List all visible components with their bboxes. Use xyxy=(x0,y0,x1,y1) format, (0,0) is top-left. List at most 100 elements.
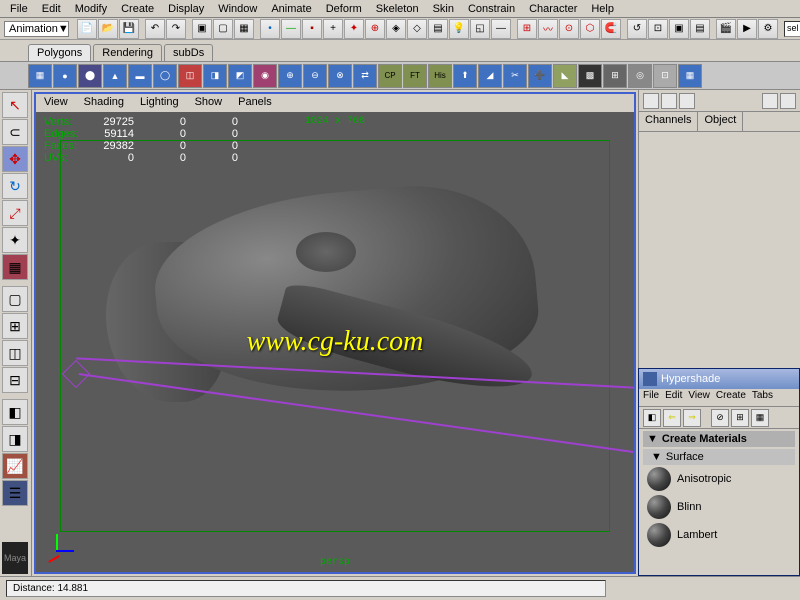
face-mask-button[interactable]: ▪ xyxy=(302,19,322,39)
line-mask-button[interactable]: ― xyxy=(491,19,511,39)
open-button[interactable]: 📂 xyxy=(98,19,118,39)
shelf-plane-icon[interactable]: ▬ xyxy=(128,64,152,88)
edge-mask-button[interactable]: — xyxy=(281,19,301,39)
hs-forward-icon[interactable]: ⇒ xyxy=(683,409,701,427)
single-view-button[interactable]: ▢ xyxy=(2,286,28,312)
shelf-layout-icon[interactable]: ▦ xyxy=(678,64,702,88)
vp-menu-shading[interactable]: Shading xyxy=(80,95,128,111)
panel-icon[interactable] xyxy=(679,93,695,109)
hs-menu-tabs[interactable]: Tabs xyxy=(752,390,773,405)
graph-button[interactable]: 📈 xyxy=(2,453,28,479)
new-scene-button[interactable]: 📄 xyxy=(77,19,97,39)
shelf-split-icon[interactable]: ✂ xyxy=(503,64,527,88)
material-anisotropic[interactable]: Anisotropic xyxy=(643,465,795,493)
shelf-his-button[interactable]: His xyxy=(428,64,452,88)
shelf-sphere-icon[interactable]: ● xyxy=(53,64,77,88)
panel-icon[interactable] xyxy=(762,93,778,109)
shelf-combine-icon[interactable]: ◫ xyxy=(178,64,202,88)
last-tool[interactable]: ▦ xyxy=(2,254,28,280)
uv-mask-button[interactable]: + xyxy=(323,19,343,39)
hs-rearrange-icon[interactable]: ▦ xyxy=(751,409,769,427)
shelf-bool1-icon[interactable]: ⊕ xyxy=(278,64,302,88)
hs-back-icon[interactable]: ⇐ xyxy=(663,409,681,427)
vp-menu-show[interactable]: Show xyxy=(191,95,227,111)
snap-plane-button[interactable]: ⬡ xyxy=(580,19,600,39)
shelf-ft-button[interactable]: FT xyxy=(403,64,427,88)
menu-skin[interactable]: Skin xyxy=(427,2,460,15)
pivot-mask-button[interactable]: ◇ xyxy=(407,19,427,39)
render-globals-button[interactable]: ⚙ xyxy=(758,19,778,39)
construction-button[interactable]: ⊡ xyxy=(648,19,668,39)
ipr-button[interactable]: ▶ xyxy=(737,19,757,39)
outliner-button[interactable]: ☰ xyxy=(2,480,28,506)
manipulator-tool[interactable]: ✦ xyxy=(2,227,28,253)
vp-menu-lighting[interactable]: Lighting xyxy=(136,95,183,111)
hull-mask-button[interactable]: ◈ xyxy=(386,19,406,39)
menu-modify[interactable]: Modify xyxy=(69,2,113,15)
four-view-button[interactable]: ⊞ xyxy=(2,313,28,339)
panel-icon[interactable] xyxy=(643,93,659,109)
undo-button[interactable]: ↶ xyxy=(145,19,165,39)
menu-edit[interactable]: Edit xyxy=(36,2,67,15)
output-button[interactable]: ▤ xyxy=(690,19,710,39)
menu-skeleton[interactable]: Skeleton xyxy=(370,2,425,15)
shelf-bool3-icon[interactable]: ⊗ xyxy=(328,64,352,88)
shelf-cone-icon[interactable]: ▲ xyxy=(103,64,127,88)
magnet-icon[interactable]: 🧲 xyxy=(601,19,621,39)
move-tool[interactable]: ✥ xyxy=(2,146,28,172)
tab-channels[interactable]: Channels xyxy=(639,112,698,131)
redo-button[interactable]: ↷ xyxy=(166,19,186,39)
menu-display[interactable]: Display xyxy=(162,2,210,15)
shelf-smooth-icon[interactable]: ◉ xyxy=(253,64,277,88)
mode-dropdown[interactable]: Animation ▼ xyxy=(4,21,69,37)
layout-a-button[interactable]: ◫ xyxy=(2,340,28,366)
hs-menu-view[interactable]: View xyxy=(688,390,710,405)
panel-icon[interactable] xyxy=(661,93,677,109)
snap-grid-button[interactable]: ⊞ xyxy=(517,19,537,39)
snap-point-button[interactable]: ⊙ xyxy=(559,19,579,39)
hs-menu-create[interactable]: Create xyxy=(716,390,746,405)
menu-animate[interactable]: Animate xyxy=(265,2,317,15)
light-mask-button[interactable]: 💡 xyxy=(449,19,469,39)
vp-menu-panels[interactable]: Panels xyxy=(234,95,276,111)
hs-toggle-icon[interactable]: ◧ xyxy=(643,409,661,427)
menu-constrain[interactable]: Constrain xyxy=(462,2,521,15)
viewport-canvas[interactable]: Verts:2972500 Edges:5911400 Faces:293820… xyxy=(36,112,634,572)
shelf-extract-icon[interactable]: ◩ xyxy=(228,64,252,88)
layout-c-button[interactable]: ◧ xyxy=(2,399,28,425)
create-materials-header[interactable]: ▼ Create Materials xyxy=(643,431,795,447)
material-blinn[interactable]: Blinn xyxy=(643,493,795,521)
input-button[interactable]: ▣ xyxy=(669,19,689,39)
shelf-cp-button[interactable]: CP xyxy=(378,64,402,88)
hs-graph-icon[interactable]: ⊞ xyxy=(731,409,749,427)
surface-header[interactable]: ▼ Surface xyxy=(643,449,795,465)
rotate-tool[interactable]: ↻ xyxy=(2,173,28,199)
handle-mask-button[interactable]: ⊕ xyxy=(365,19,385,39)
menu-create[interactable]: Create xyxy=(115,2,160,15)
mesh-object[interactable] xyxy=(76,172,576,472)
tab-subds[interactable]: subDs xyxy=(164,44,213,61)
misc-mask-button[interactable]: ▤ xyxy=(428,19,448,39)
tab-polygons[interactable]: Polygons xyxy=(28,44,91,61)
shelf-cylinder-icon[interactable]: ⬤ xyxy=(78,64,102,88)
menu-file[interactable]: File xyxy=(4,2,34,15)
shelf-bool2-icon[interactable]: ⊖ xyxy=(303,64,327,88)
tab-object[interactable]: Object xyxy=(698,112,743,131)
shelf-uv-icon[interactable]: ⊞ xyxy=(603,64,627,88)
point-mask-button[interactable]: ✦ xyxy=(344,19,364,39)
shelf-mirror-icon[interactable]: ⇄ xyxy=(353,64,377,88)
shelf-wedge-icon[interactable]: ◣ xyxy=(553,64,577,88)
select-object-button[interactable]: ▢ xyxy=(213,19,233,39)
layout-d-button[interactable]: ◨ xyxy=(2,426,28,452)
shelf-cube-icon[interactable]: ▦ xyxy=(28,64,52,88)
scale-tool[interactable]: ⤢ xyxy=(2,200,28,226)
hs-menu-file[interactable]: File xyxy=(643,390,659,405)
plane-button[interactable]: ◱ xyxy=(470,19,490,39)
hs-menu-edit[interactable]: Edit xyxy=(665,390,682,405)
vp-menu-view[interactable]: View xyxy=(40,95,72,111)
shelf-checker-icon[interactable]: ▩ xyxy=(578,64,602,88)
menu-help[interactable]: Help xyxy=(585,2,620,15)
hypershade-window[interactable]: Hypershade File Edit View Create Tabs ◧ … xyxy=(638,368,800,576)
lasso-tool[interactable]: ⊂ xyxy=(2,119,28,145)
panel-icon[interactable] xyxy=(780,93,796,109)
